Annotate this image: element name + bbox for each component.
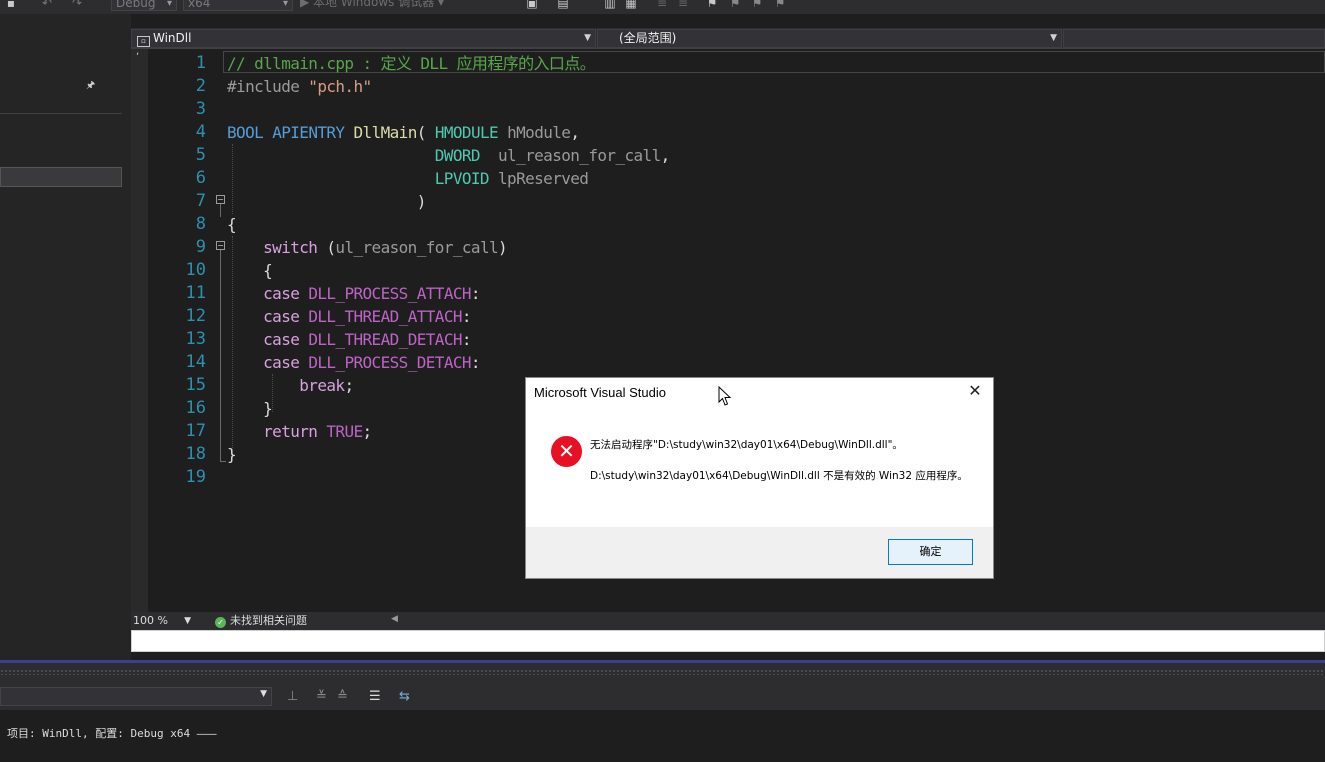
code-line-11: case DLL_PROCESS_ATTACH: (263, 284, 480, 303)
line-number: 12 (185, 306, 206, 326)
save-icon[interactable]: ▪ (4, 0, 18, 10)
mouse-cursor-icon (718, 386, 732, 406)
code-line-13: case DLL_THREAD_DETACH: (263, 330, 471, 349)
collapse-icon[interactable]: − (216, 195, 225, 204)
line-number: 1 (195, 53, 206, 73)
line-number: 14 (185, 352, 206, 372)
line-number: 3 (195, 99, 206, 119)
output-pane[interactable]: 项目: WinDll, 配置: Debug x64 ——— (0, 710, 1325, 762)
code-line-8: { (227, 215, 237, 234)
indicator-margin[interactable] (131, 49, 148, 612)
line-number: 10 (185, 260, 206, 280)
prev-bookmark-icon[interactable]: ⚑ (728, 0, 742, 10)
diagnostics-icon[interactable]: ▣ (525, 0, 539, 10)
close-icon[interactable]: ✕ (965, 381, 985, 401)
go-to-location-icon[interactable]: ⊥ (287, 689, 298, 704)
collapse-icon[interactable]: − (216, 241, 225, 250)
code-line-7: ) (227, 192, 427, 211)
code-line-14: case DLL_PROCESS_DETACH: (263, 353, 480, 372)
issues-label: 未找到相关问题 (230, 614, 307, 627)
code-line-5: DWORD ul_reason_for_call, (434, 146, 670, 165)
panel-divider (0, 113, 122, 114)
line-number: 2 (195, 76, 206, 96)
line-number: 19 (185, 467, 206, 487)
error-dialog: Microsoft Visual Studio ✕ ✕ 无法启动程序"D:\st… (525, 377, 994, 579)
zoom-dropdown[interactable]: 100 % ▼ (133, 614, 191, 628)
line-number: 15 (185, 375, 206, 395)
dialog-footer: 确定 (526, 527, 993, 578)
editor-status-bar: 100 % ▼ ✓ 未找到相关问题 ◀ (131, 612, 1325, 630)
line-number: 9 (195, 237, 206, 257)
comment-icon[interactable]: ≡ (655, 0, 669, 10)
line-number: 8 (195, 214, 206, 234)
chevron-down-icon: ▼ (184, 616, 191, 626)
line-number: 16 (185, 398, 206, 418)
ok-button[interactable]: 确定 (888, 539, 973, 565)
chevron-down-icon: ▼ (260, 689, 267, 699)
previous-message-icon[interactable]: ≚ (316, 689, 327, 704)
pin-icon[interactable]: 🖈 (86, 78, 95, 95)
code-line-12: case DLL_THREAD_ATTACH: (263, 307, 471, 326)
project-label: WinDll (153, 31, 192, 45)
word-wrap-icon[interactable]: ⇆ (399, 689, 410, 704)
fold-guide (220, 204, 221, 217)
line-number: 11 (185, 283, 206, 303)
code-line-2: #include "pch.h" (227, 77, 372, 96)
line-number: 5 (195, 145, 206, 165)
platform-select[interactable]: x64 (183, 0, 293, 12)
clear-bookmark-icon[interactable]: ⚑ (773, 0, 787, 10)
line-number: 13 (185, 329, 206, 349)
output-source-dropdown[interactable]: ▼ (0, 687, 272, 706)
chevron-down-icon: ▼ (584, 33, 591, 43)
line-number: 17 (185, 421, 206, 441)
line-number: 18 (185, 444, 206, 464)
start-debug-button[interactable]: ▶ 本地 Windows 调试器 ▾ (300, 0, 444, 11)
chevron-down-icon: ▼ (1050, 33, 1057, 43)
browse-icon[interactable]: ▤ (556, 0, 570, 10)
output-text: 项目: WinDll, 配置: Debug x64 ——— (7, 727, 217, 740)
next-bookmark-icon[interactable]: ⚑ (750, 0, 764, 10)
margin-mark: , (136, 46, 140, 57)
zoom-value: 100 % (133, 614, 168, 627)
dialog-message-detail: D:\study\win32\day01\x64\Debug\WinDll.dl… (590, 470, 968, 482)
project-dropdown[interactable]: ▫ WinDll ▼ (131, 29, 596, 48)
next-message-icon[interactable]: ≙ (337, 689, 348, 704)
bookmark-icon[interactable]: ⚑ (705, 0, 719, 10)
fold-guide (220, 250, 221, 462)
code-line-10: { (227, 261, 273, 280)
error-icon: ✕ (551, 436, 582, 467)
redo-icon[interactable]: ↷ (70, 0, 84, 10)
line-number: 4 (195, 122, 206, 142)
fold-guide-end (220, 461, 226, 462)
check-icon: ✓ (215, 617, 226, 628)
code-line-1: // dllmain.cpp : 定义 DLL 应用程序的入口点。 (227, 54, 596, 73)
output-panel-header: ▼ ⊥ ≚ ≙ ☰ ⇆ (0, 663, 1325, 710)
dialog-title: Microsoft Visual Studio (534, 385, 666, 400)
scope-dropdown[interactable]: (全局范围) ▼ (597, 29, 1062, 48)
navigation-bar: ▫ WinDll ▼ (全局范围) ▼ (131, 28, 1325, 49)
panel-search-input[interactable] (0, 167, 122, 187)
code-line-6: LPVOID lpReserved (434, 169, 589, 188)
horizontal-scrollbar[interactable] (131, 630, 1325, 652)
code-line-4: BOOL APIENTRY DllMain( HMODULE hModule, (227, 123, 580, 142)
line-number: 7 (195, 191, 206, 211)
config-select[interactable]: Debug (111, 0, 177, 12)
uncomment-icon[interactable]: ≡ (676, 0, 690, 10)
main-toolbar: ▪ ↶ ↷ Debug x64 ▶ 本地 Windows 调试器 ▾ ▣ ▤ ▥… (0, 0, 1325, 14)
drag-grip[interactable] (0, 669, 1325, 675)
scope-label: (全局范围) (619, 31, 677, 45)
member-dropdown[interactable] (1063, 29, 1325, 48)
clear-all-icon[interactable]: ☰ (369, 689, 381, 704)
line-numbers: 1 2 3 4 5 6 7 8 9 10 11 12 13 14 15 16 17 18 19 (148, 52, 206, 489)
line-number: 6 (195, 168, 206, 188)
issues-indicator[interactable]: ✓ 未找到相关问题 (215, 614, 307, 628)
solution-explorer-panel: 🖈 (0, 14, 131, 662)
undo-icon[interactable]: ↶ (40, 0, 54, 10)
code-line-9: switch (ul_reason_for_call) (263, 238, 508, 257)
window-icon[interactable]: ▦ (624, 0, 638, 10)
scroll-left-icon[interactable]: ◀ (391, 614, 398, 624)
layout-icon[interactable]: ▥ (603, 0, 617, 10)
dialog-message-primary: 无法启动程序"D:\study\win32\day01\x64\Debug\Wi… (590, 439, 903, 451)
